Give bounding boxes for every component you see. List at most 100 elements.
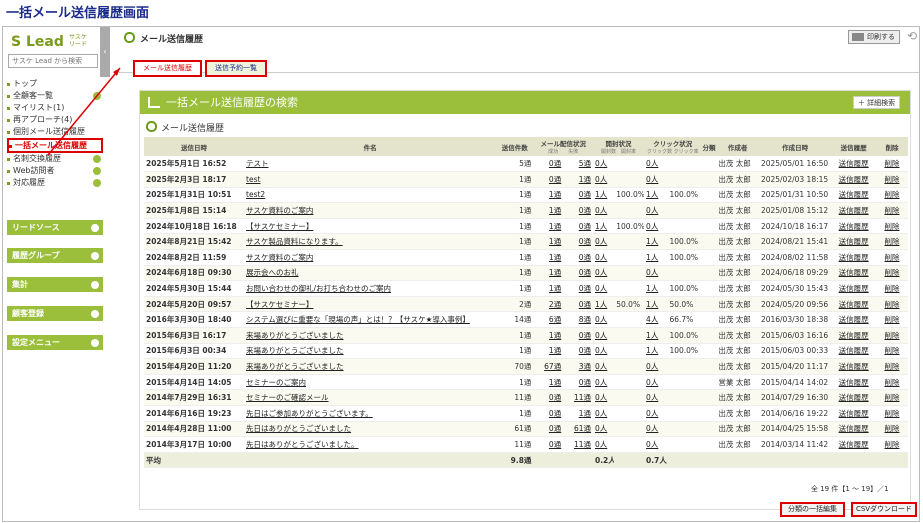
table-cell[interactable]: 送信履歴 — [831, 171, 876, 188]
table-cell[interactable]: お問い合わせの御礼/お打ち合わせのご案内 — [244, 280, 497, 297]
table-cell[interactable]: 0人 — [592, 374, 615, 391]
table-cell[interactable]: 0人 — [644, 389, 668, 406]
table-cell[interactable]: 削除 — [875, 202, 908, 219]
table-cell[interactable]: 送信履歴 — [831, 358, 876, 375]
table-cell[interactable]: 削除 — [875, 156, 908, 173]
table-cell[interactable]: 0通 — [563, 343, 593, 360]
table-cell[interactable]: 0人 — [592, 405, 615, 422]
table-cell[interactable]: 先日はご参加ありがとうございます。 — [244, 405, 497, 422]
table-cell[interactable]: 1通 — [533, 343, 564, 360]
table-cell[interactable]: 0人 — [644, 156, 668, 173]
table-cell[interactable]: 1通 — [563, 405, 593, 422]
table-cell[interactable]: 0人 — [644, 171, 668, 188]
table-cell[interactable]: 送信履歴 — [831, 436, 876, 453]
tab-scheduled-list[interactable]: 送信予約一覧 — [205, 60, 267, 77]
table-cell[interactable]: test — [244, 171, 497, 188]
bulk-edit-category-button[interactable]: 分類の一括編集 — [780, 502, 845, 517]
table-cell[interactable]: 来場ありがとうございました — [244, 343, 497, 360]
table-cell[interactable]: 0人 — [592, 171, 615, 188]
table-cell[interactable]: 【サスケセミナー】 — [244, 218, 497, 235]
sidebar-item-3[interactable]: 再アプローチ(4) — [7, 114, 103, 126]
table-cell[interactable]: 1通 — [533, 374, 564, 391]
table-cell[interactable]: サスケ資料のご案内 — [244, 202, 497, 219]
sidebar-item-8[interactable]: 対応履歴 — [7, 177, 103, 189]
table-cell[interactable]: 0人 — [592, 311, 615, 329]
plus-circle-icon[interactable] — [93, 167, 101, 175]
table-cell[interactable]: 1通 — [533, 327, 564, 344]
table-cell[interactable]: 削除 — [875, 327, 908, 344]
table-cell[interactable]: 8通 — [563, 311, 593, 329]
table-cell[interactable]: 0通 — [533, 156, 564, 173]
table-cell[interactable]: 送信履歴 — [831, 187, 876, 204]
sidebar-section-4[interactable]: 設定メニュー — [7, 335, 103, 350]
table-cell[interactable]: 送信履歴 — [831, 296, 876, 313]
table-cell[interactable]: 11通 — [563, 389, 593, 406]
table-cell[interactable]: 0人 — [644, 436, 668, 453]
table-cell[interactable]: 0人 — [644, 405, 668, 422]
plus-circle-icon[interactable] — [91, 224, 99, 232]
csv-download-button[interactable]: CSVダウンロード — [851, 502, 917, 517]
plus-circle-icon[interactable] — [91, 252, 99, 260]
table-cell[interactable]: 削除 — [875, 343, 908, 360]
table-cell[interactable]: 送信履歴 — [831, 327, 876, 344]
table-cell[interactable]: 0人 — [592, 249, 615, 266]
table-cell[interactable]: 0人 — [592, 327, 615, 344]
table-cell[interactable]: 0人 — [644, 421, 668, 438]
table-cell[interactable]: 0人 — [592, 389, 615, 406]
table-cell[interactable]: 1人 — [644, 343, 668, 360]
table-cell[interactable]: 送信履歴 — [831, 421, 876, 438]
table-cell[interactable]: 削除 — [875, 218, 908, 235]
table-cell[interactable]: 0通 — [563, 218, 593, 235]
table-cell[interactable]: 先日はありがとうございました — [244, 421, 497, 438]
table-cell[interactable]: 0通 — [563, 327, 593, 344]
table-cell[interactable]: 先日はありがとうございました。 — [244, 436, 497, 453]
table-cell[interactable]: 0通 — [533, 389, 564, 406]
table-cell[interactable]: 送信履歴 — [831, 249, 876, 266]
table-cell[interactable]: 61通 — [563, 421, 593, 438]
table-cell[interactable]: 送信履歴 — [831, 156, 876, 173]
table-cell[interactable]: サスケ製品資料になります。 — [244, 233, 497, 251]
table-cell[interactable]: 削除 — [875, 280, 908, 297]
sidebar-item-0[interactable]: トップ — [7, 78, 103, 90]
table-cell[interactable]: 0通 — [563, 374, 593, 391]
table-cell[interactable]: 送信履歴 — [831, 343, 876, 360]
table-cell[interactable]: サスケ資料のご案内 — [244, 249, 497, 266]
table-cell[interactable]: 0人 — [592, 421, 615, 438]
plus-circle-icon[interactable] — [91, 281, 99, 289]
table-cell[interactable]: 送信履歴 — [831, 202, 876, 219]
table-cell[interactable]: 展示会へのお礼 — [244, 265, 497, 282]
table-cell[interactable]: 1人 — [592, 218, 615, 235]
table-cell[interactable]: 0人 — [644, 218, 668, 235]
table-cell[interactable]: 0通 — [563, 249, 593, 266]
table-cell[interactable]: 1通 — [533, 265, 564, 282]
table-cell[interactable]: 削除 — [875, 311, 908, 329]
table-cell[interactable]: 削除 — [875, 233, 908, 251]
table-cell[interactable]: 削除 — [875, 171, 908, 188]
table-cell[interactable]: test2 — [244, 187, 497, 204]
table-cell[interactable]: 0通 — [533, 405, 564, 422]
plus-circle-icon[interactable] — [91, 310, 99, 318]
sidebar-section-1[interactable]: 履歴グループ — [7, 248, 103, 263]
sidebar-section-0[interactable]: リードソース — [7, 220, 103, 235]
table-cell[interactable]: 1人 — [592, 187, 615, 204]
table-cell[interactable]: 0人 — [592, 233, 615, 251]
table-cell[interactable]: 0人 — [644, 374, 668, 391]
table-cell[interactable]: 0人 — [592, 436, 615, 453]
table-cell[interactable]: 0人 — [592, 280, 615, 297]
table-cell[interactable]: 来場ありがとうございました — [244, 327, 497, 344]
table-cell[interactable]: 削除 — [875, 389, 908, 406]
table-cell[interactable]: 0通 — [533, 436, 564, 453]
table-cell[interactable]: 0通 — [563, 187, 593, 204]
table-cell[interactable]: 1人 — [644, 280, 668, 297]
plus-circle-icon[interactable] — [93, 179, 101, 187]
table-cell[interactable]: 6通 — [533, 311, 564, 329]
table-cell[interactable]: 11通 — [563, 436, 593, 453]
table-cell[interactable]: セミナーのご案内 — [244, 374, 497, 391]
table-cell[interactable]: 1通 — [533, 280, 564, 297]
table-cell[interactable]: 0人 — [644, 265, 668, 282]
table-cell[interactable]: 送信履歴 — [831, 233, 876, 251]
table-cell[interactable]: 0通 — [533, 171, 564, 188]
table-cell[interactable]: 0人 — [592, 358, 615, 375]
plus-circle-icon[interactable] — [93, 92, 101, 100]
sidebar-item-7[interactable]: Web訪問者 — [7, 165, 103, 177]
